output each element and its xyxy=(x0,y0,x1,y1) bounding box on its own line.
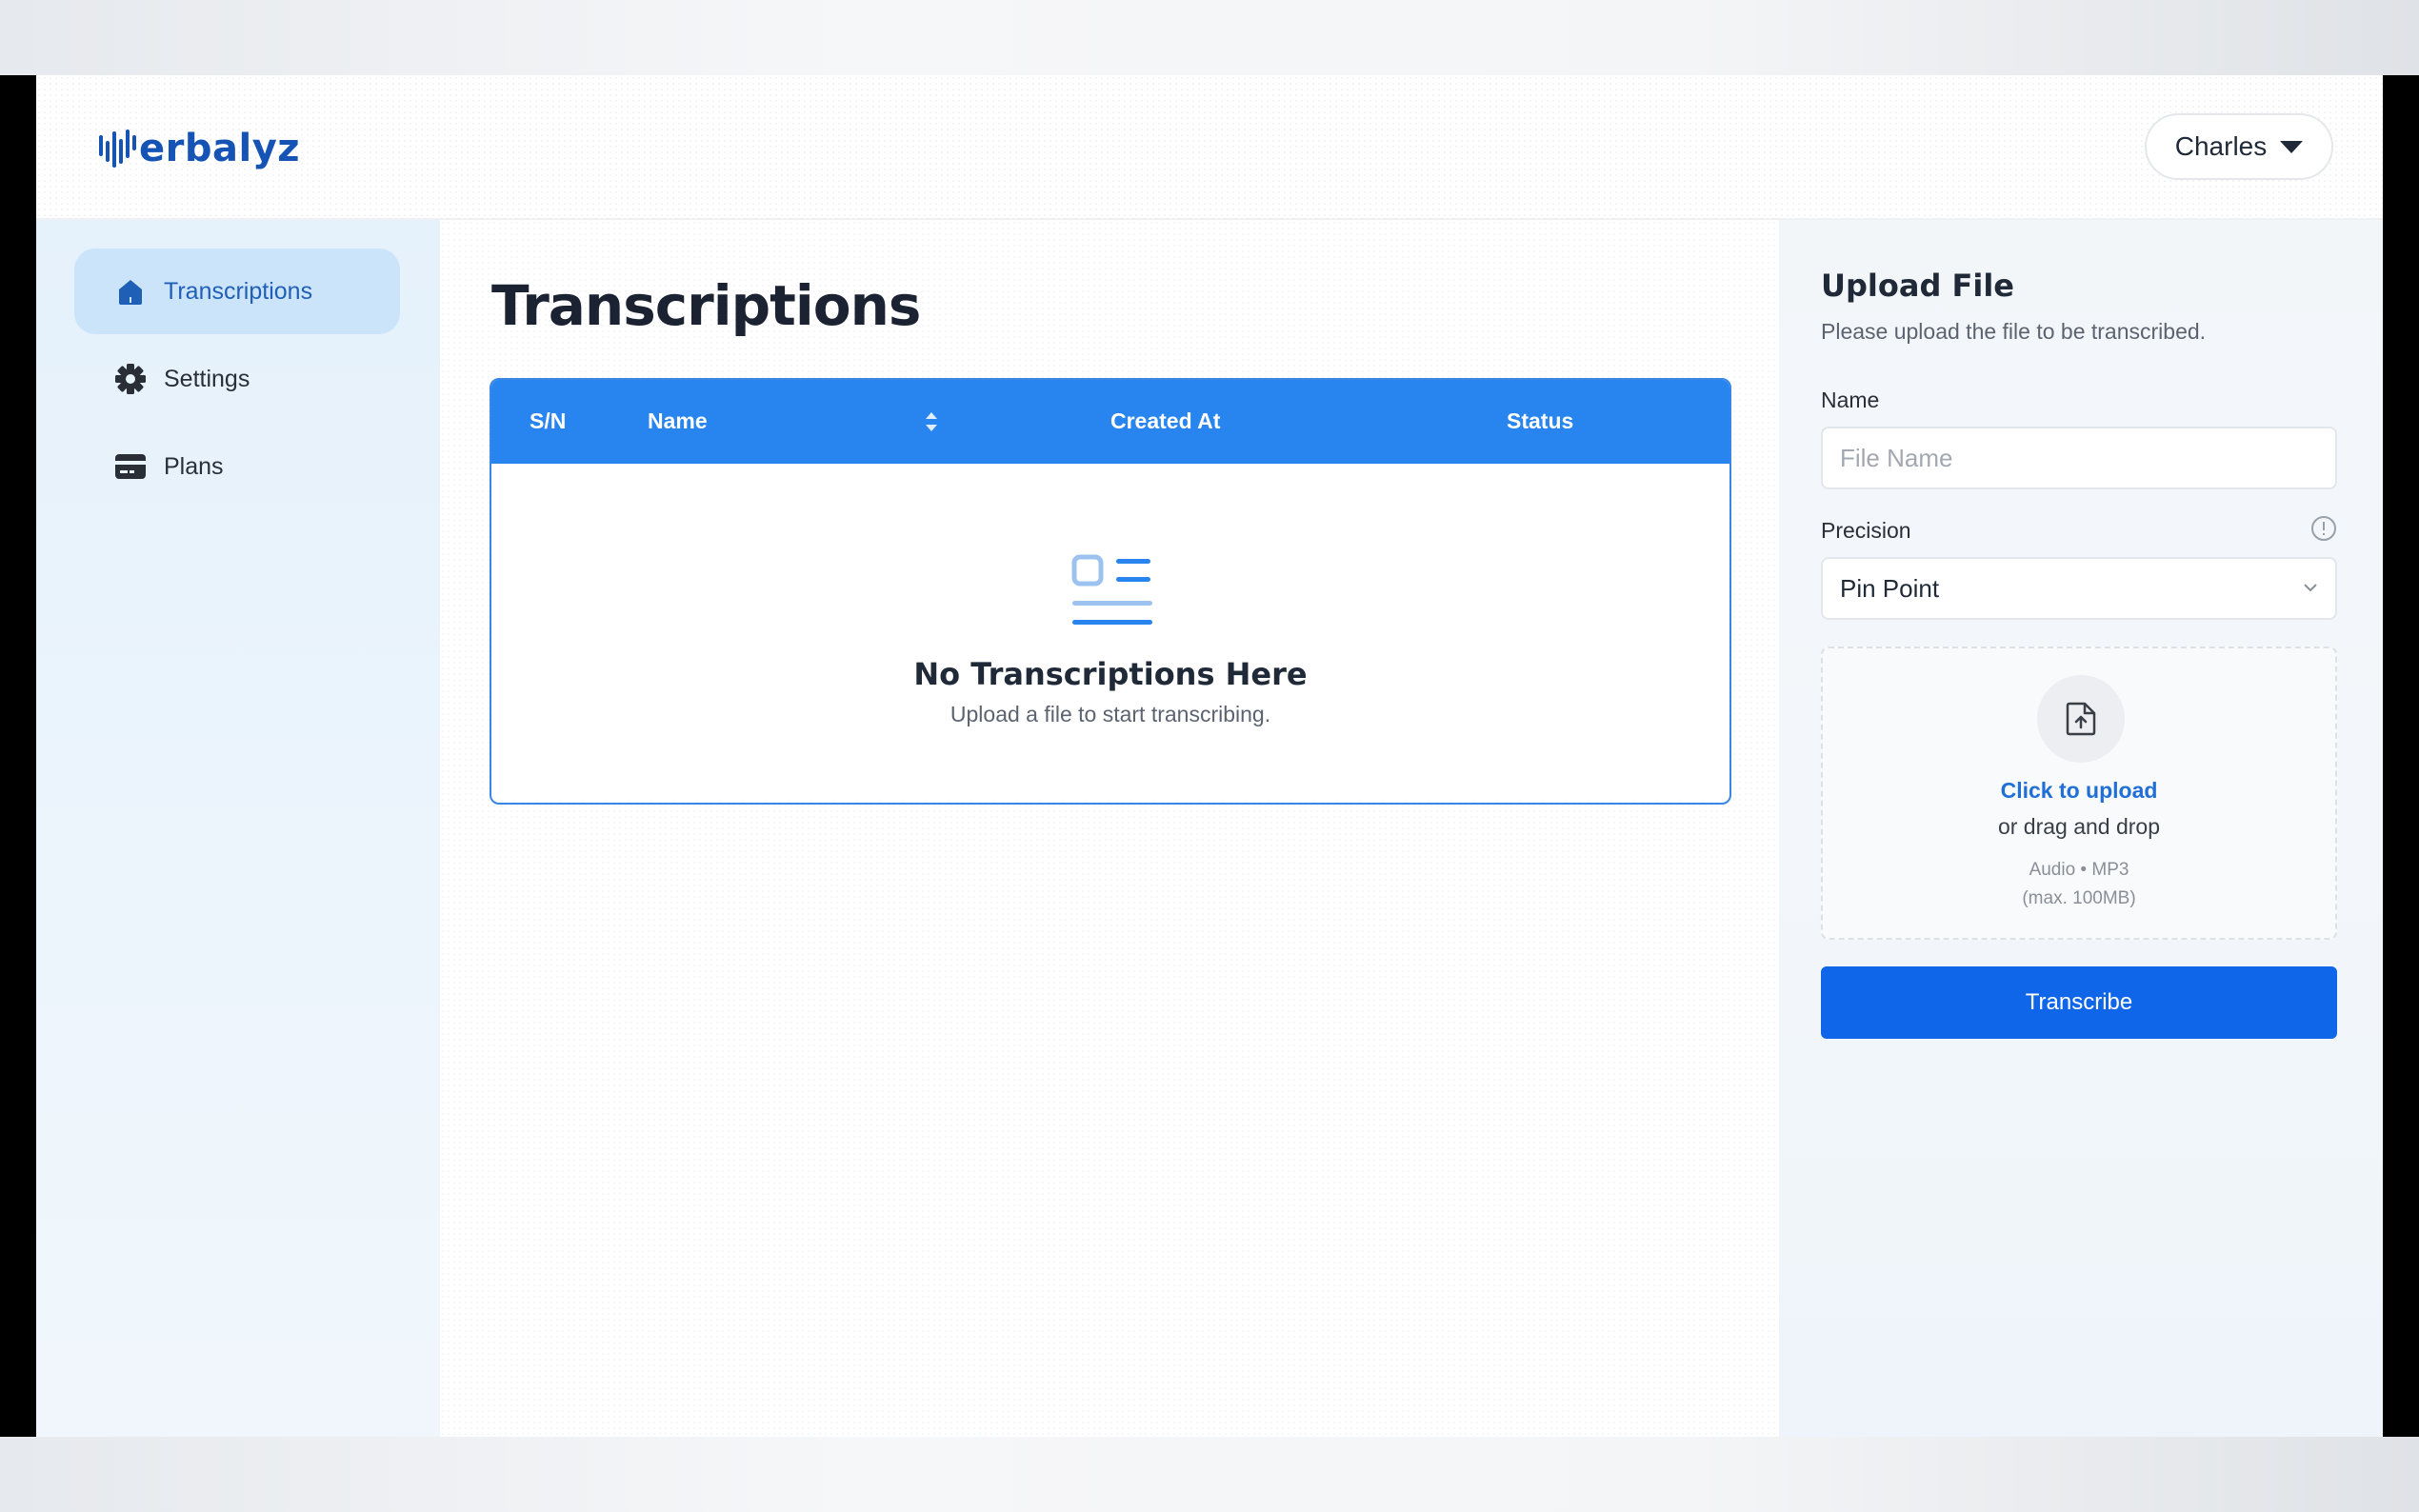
file-name-input[interactable] xyxy=(1821,427,2337,489)
home-icon xyxy=(114,275,147,308)
app-window: erbalyz Charles Transcriptions Settings … xyxy=(36,75,2383,1437)
file-size-hint: (max. 100MB) xyxy=(2022,888,2136,908)
precision-selected-value: Pin Point xyxy=(1840,573,1940,603)
user-name: Charles xyxy=(2174,131,2268,161)
drag-drop-text: or drag and drop xyxy=(1997,814,2161,839)
empty-state-subtitle: Upload a file to start transcribing. xyxy=(950,702,1271,726)
sidebar-item-label: Transcriptions xyxy=(164,277,313,305)
sidebar: Transcriptions Settings Plans xyxy=(36,220,440,1437)
empty-list-icon xyxy=(1071,554,1152,625)
sidebar-item-label: Plans xyxy=(164,452,224,480)
credit-card-icon xyxy=(114,450,147,483)
precision-select[interactable]: Pin Point xyxy=(1821,557,2337,620)
sidebar-item-settings[interactable]: Settings xyxy=(74,336,400,422)
waveform-logo-icon xyxy=(99,129,136,168)
gear-icon xyxy=(114,363,147,395)
logo-text: erbalyz xyxy=(139,127,301,170)
precision-label: Precision xyxy=(1821,518,1911,543)
sidebar-item-plans[interactable]: Plans xyxy=(74,424,400,509)
caret-down-icon xyxy=(2280,140,2304,153)
transcribe-button[interactable]: Transcribe xyxy=(1821,966,2337,1039)
upload-panel-subtitle: Please upload the file to be transcribed… xyxy=(1821,319,2207,344)
main-content: Transcriptions S/N Name Created At Statu… xyxy=(440,220,1779,1437)
top-bar: erbalyz Charles xyxy=(36,75,2383,220)
sort-icon[interactable] xyxy=(922,408,941,435)
upload-panel: Upload File Please upload the file to be… xyxy=(1779,220,2383,1437)
column-header-created-at[interactable]: Created At xyxy=(1110,408,1220,434)
screen-border-left xyxy=(0,75,36,1437)
user-menu-button[interactable]: Charles xyxy=(2145,113,2333,180)
file-dropzone[interactable]: Click to upload or drag and drop Audio •… xyxy=(1821,647,2337,940)
upload-panel-title: Upload File xyxy=(1821,268,2014,304)
page-title: Transcriptions xyxy=(491,273,921,338)
empty-state-title: No Transcriptions Here xyxy=(913,656,1308,692)
sidebar-item-transcriptions[interactable]: Transcriptions xyxy=(74,249,400,334)
upload-icon-circle xyxy=(2037,675,2125,763)
file-format-hint: Audio • MP3 xyxy=(2029,860,2129,880)
file-upload-icon xyxy=(2066,702,2096,736)
screen-border-right xyxy=(2383,75,2419,1437)
table-header: S/N Name Created At Status xyxy=(491,380,1729,464)
column-header-name[interactable]: Name xyxy=(648,408,708,434)
chevron-down-icon xyxy=(2304,584,2317,592)
column-header-sn[interactable]: S/N xyxy=(530,408,566,434)
transcriptions-table: S/N Name Created At Status No Transcript… xyxy=(490,378,1731,805)
click-to-upload-link[interactable]: Click to upload xyxy=(1823,778,2335,804)
info-icon[interactable] xyxy=(2310,515,2337,542)
logo[interactable]: erbalyz xyxy=(97,125,300,172)
sidebar-item-label: Settings xyxy=(164,365,250,392)
column-header-status[interactable]: Status xyxy=(1507,408,1573,434)
name-label: Name xyxy=(1821,388,1880,412)
